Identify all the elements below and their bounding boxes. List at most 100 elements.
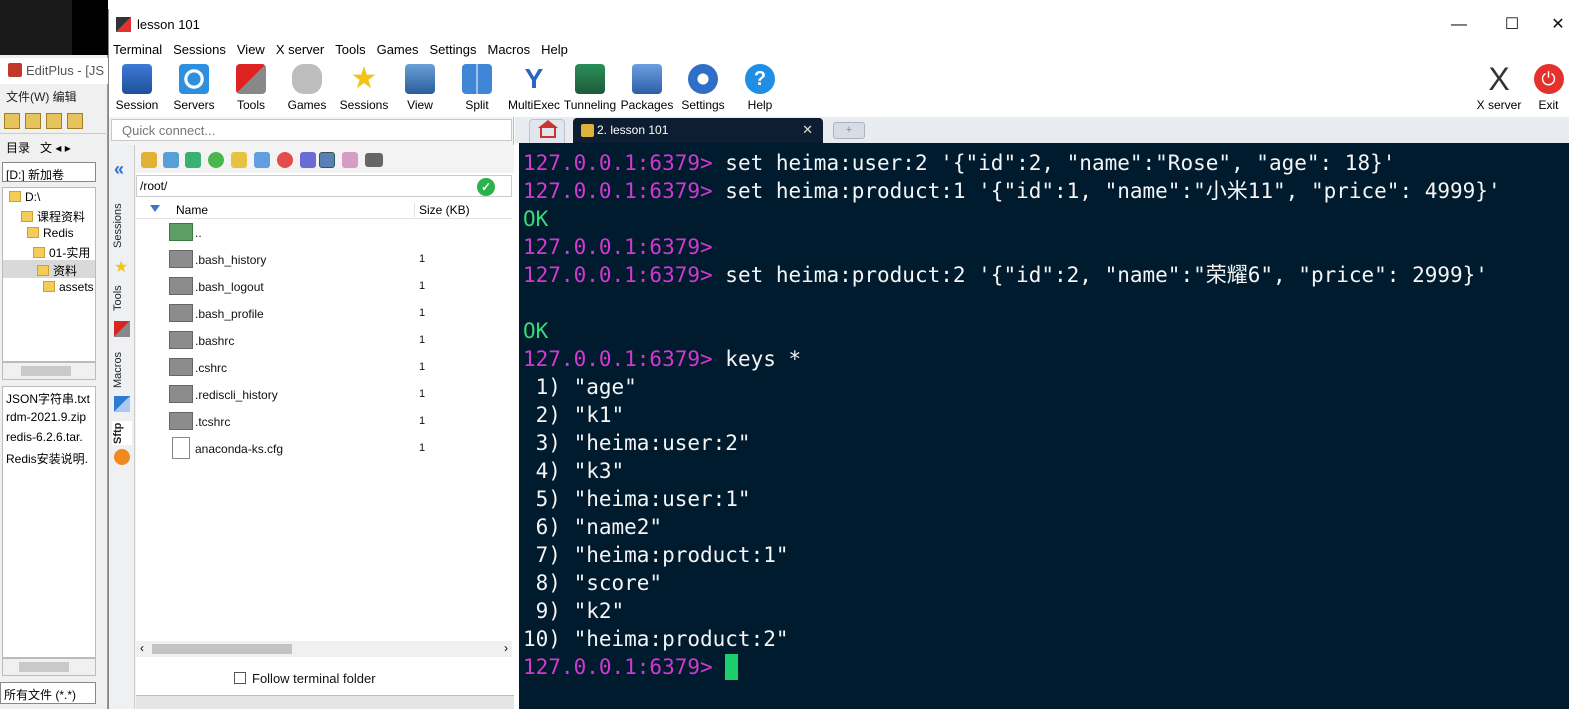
file-item[interactable]: redis-6.2.6.tar. [3, 427, 95, 447]
tools-button[interactable]: Tools [223, 61, 279, 117]
editplus-menu[interactable]: 文件(W) 编辑 [0, 84, 108, 106]
column-size[interactable]: Size (KB) [414, 203, 470, 217]
menu-tools[interactable]: Tools [335, 41, 365, 59]
terminal-ok: OK [523, 207, 549, 231]
tunneling-icon [575, 64, 605, 94]
split-button[interactable]: Split [449, 61, 505, 117]
settings-button[interactable]: Settings [675, 61, 731, 117]
tab-tools[interactable]: Tools [112, 281, 132, 315]
permissions-icon[interactable] [319, 152, 335, 168]
file-row[interactable]: .cshrc 1 [136, 354, 512, 381]
menu-view[interactable]: View [237, 41, 265, 59]
file-icon [169, 304, 193, 322]
terminal-line: 127.0.0.1:6379> keys * [523, 345, 1569, 373]
help-button[interactable]: ? Help [732, 61, 788, 117]
copy-icon[interactable] [67, 113, 83, 129]
terminal[interactable]: 127.0.0.1:6379> set heima:user:2 '{"id":… [519, 143, 1569, 709]
terminal-command: keys * [712, 347, 802, 371]
column-name[interactable]: Name [176, 203, 208, 217]
menu-help[interactable]: Help [541, 41, 568, 59]
menu-games[interactable]: Games [377, 41, 419, 59]
session-button[interactable]: Session [109, 61, 165, 117]
file-row[interactable]: .bash_history 1 [136, 246, 512, 273]
menu-settings[interactable]: Settings [430, 41, 477, 59]
new-folder-icon[interactable] [231, 152, 247, 168]
menu-terminal[interactable]: Terminal [113, 41, 162, 59]
tree-item[interactable]: 资料 [3, 260, 95, 278]
xserver-button[interactable]: XX server [1471, 61, 1527, 117]
file-row[interactable]: .bashrc 1 [136, 327, 512, 354]
terminal-icon[interactable] [365, 153, 383, 167]
new-file-icon[interactable] [254, 152, 270, 168]
collapse-sidebar-icon[interactable]: « [114, 159, 124, 180]
games-button[interactable]: Games [279, 61, 335, 117]
delete-icon[interactable] [277, 152, 293, 168]
tab-lesson-101[interactable]: 2. lesson 101 ✕ [573, 118, 823, 143]
sftp-horizontal-scrollbar[interactable]: ‹ › [136, 641, 512, 657]
drive-select[interactable]: [D:] 新加卷 [2, 162, 96, 182]
tunneling-button[interactable]: Tunneling [562, 61, 618, 117]
terminal-prompt: 127.0.0.1:6379> [523, 235, 713, 259]
editplus-directory-tab[interactable]: 目录 文 ◂ ▸ [0, 137, 108, 157]
path-input[interactable]: /root/✓ [136, 175, 512, 197]
file-list-scrollbar[interactable] [2, 658, 96, 676]
minimize-button[interactable]: — [1436, 13, 1482, 37]
file-row[interactable]: anaconda-ks.cfg 1 [136, 435, 512, 462]
maximize-button[interactable]: ☐ [1489, 13, 1535, 37]
file-item[interactable]: JSON字符串.txt [3, 387, 95, 407]
menu-sessions[interactable]: Sessions [173, 41, 226, 59]
menu-macros[interactable]: Macros [487, 41, 530, 59]
file-row[interactable]: .. [136, 219, 512, 246]
tab-sftp[interactable]: Sftp [112, 421, 132, 445]
scroll-left-icon: ‹ [140, 641, 144, 655]
sftp-icon [114, 449, 130, 465]
new-file-icon[interactable] [4, 113, 20, 129]
download-icon[interactable] [163, 152, 179, 168]
menu-xserver[interactable]: X server [276, 41, 324, 59]
open-file-icon[interactable] [25, 113, 41, 129]
tree-item[interactable]: 01-实用 [3, 242, 95, 260]
file-row[interactable]: .rediscli_history 1 [136, 381, 512, 408]
refresh-icon[interactable] [208, 152, 224, 168]
file-item[interactable]: Redis安装说明. [3, 447, 95, 467]
tree-item[interactable]: 课程资料 [3, 206, 95, 224]
upload-icon[interactable] [185, 152, 201, 168]
file-row[interactable]: .bash_logout 1 [136, 273, 512, 300]
edit-icon[interactable] [342, 152, 358, 168]
packages-button[interactable]: Packages [619, 61, 675, 117]
sessions-button[interactable]: ★ Sessions [336, 61, 392, 117]
terminal-output: 10) "heima:product:2" [523, 627, 789, 651]
sort-arrow-icon[interactable] [150, 205, 160, 212]
terminal-output: 7) "heima:product:1" [523, 543, 789, 567]
tree-scrollbar[interactable] [2, 362, 96, 380]
file-row[interactable]: .tcshrc 1 [136, 408, 512, 435]
follow-terminal-folder-checkbox[interactable]: Follow terminal folder [234, 671, 376, 686]
checkbox-icon[interactable] [234, 672, 246, 684]
check-icon[interactable]: ✓ [477, 178, 495, 196]
multiexec-button[interactable]: Y MultiExec [506, 61, 562, 117]
file-filter-select[interactable]: 所有文件 (*.*) [0, 682, 96, 704]
terminal-prompt: 127.0.0.1:6379> [523, 179, 713, 203]
file-icon [169, 331, 193, 349]
terminal-cursor [725, 654, 739, 680]
parent-folder-icon[interactable] [141, 152, 157, 168]
close-button[interactable]: ✕ [1535, 13, 1569, 37]
file-row[interactable]: .bash_profile 1 [136, 300, 512, 327]
rename-icon[interactable] [300, 152, 316, 168]
exit-button[interactable]: ⏻ Exit [1527, 61, 1569, 117]
tree-item[interactable]: assets [3, 278, 95, 296]
servers-button[interactable]: Servers [166, 61, 222, 117]
tab-macros[interactable]: Macros [112, 349, 132, 391]
new-tab-button[interactable]: + [833, 122, 865, 139]
help-icon: ? [745, 64, 775, 94]
terminal-output: 1) "age" [523, 375, 637, 399]
file-item[interactable]: rdm-2021.9.zip [3, 407, 95, 427]
view-button[interactable]: View [392, 61, 448, 117]
close-tab-icon[interactable]: ✕ [802, 122, 813, 138]
save-icon[interactable] [46, 113, 62, 129]
home-tab[interactable] [529, 119, 565, 143]
quick-connect-input[interactable]: Quick connect... [111, 119, 512, 141]
tree-item[interactable]: Redis [3, 224, 95, 242]
tab-sessions[interactable]: Sessions [112, 201, 132, 251]
tree-item[interactable]: D:\ [3, 188, 95, 206]
